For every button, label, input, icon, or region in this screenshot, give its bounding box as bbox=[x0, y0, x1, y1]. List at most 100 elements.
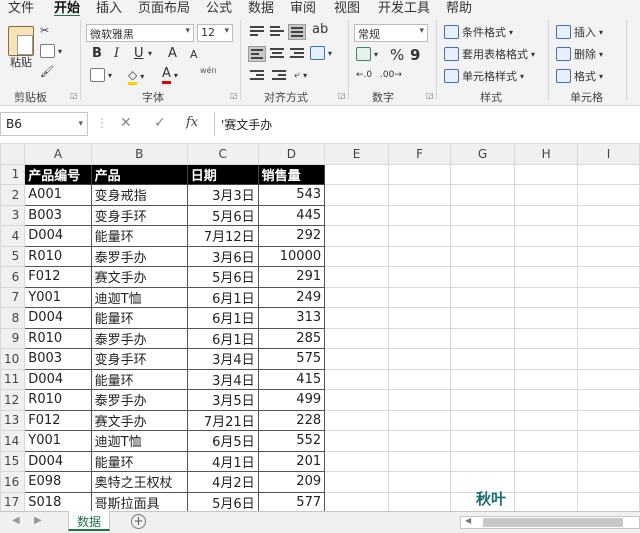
horizontal-scrollbar[interactable]: ◀ bbox=[460, 516, 640, 529]
cell[interactable]: 迪迦T恤 bbox=[90, 430, 188, 452]
align-center-icon[interactable] bbox=[270, 48, 284, 60]
cell[interactable]: 415 bbox=[257, 368, 326, 390]
cell[interactable] bbox=[450, 389, 516, 411]
row-header[interactable]: 13 bbox=[0, 409, 26, 431]
comma-button[interactable]: 9 bbox=[410, 46, 420, 64]
cell[interactable] bbox=[324, 225, 390, 247]
cell[interactable] bbox=[324, 471, 390, 493]
cell[interactable]: 7月12日 bbox=[186, 225, 259, 247]
cell[interactable] bbox=[388, 348, 452, 370]
cell[interactable]: 5月6日 bbox=[186, 266, 259, 288]
cell[interactable]: B003 bbox=[24, 204, 92, 226]
cell[interactable] bbox=[388, 430, 452, 452]
cell[interactable] bbox=[514, 409, 579, 431]
cell[interactable] bbox=[324, 430, 390, 452]
cell[interactable] bbox=[514, 327, 579, 349]
cell[interactable] bbox=[388, 204, 452, 226]
cell[interactable]: 能量环 bbox=[90, 225, 188, 247]
font-size-select[interactable]: 12 ▾ bbox=[197, 24, 233, 42]
paste-icon[interactable] bbox=[8, 26, 34, 56]
shrink-font-button[interactable]: A bbox=[190, 48, 198, 61]
ribbon-tab[interactable]: 视图 bbox=[334, 0, 360, 16]
cell[interactable]: 能量环 bbox=[90, 450, 188, 472]
cell[interactable]: 285 bbox=[257, 327, 326, 349]
cell[interactable]: 3月4日 bbox=[186, 348, 259, 370]
cell[interactable] bbox=[514, 368, 579, 390]
cell[interactable]: A001 bbox=[24, 184, 92, 206]
font-color-button[interactable]: A ▾ bbox=[162, 66, 178, 84]
insert-cells-button[interactable]: 插入 ▾ bbox=[556, 24, 603, 40]
cell[interactable]: 577 bbox=[257, 491, 326, 511]
cell[interactable] bbox=[324, 389, 390, 411]
cell[interactable]: 3月5日 bbox=[186, 389, 259, 411]
scrollbar-thumb[interactable] bbox=[483, 518, 623, 527]
row-header[interactable]: 7 bbox=[0, 286, 26, 308]
align-top-icon[interactable] bbox=[250, 26, 264, 38]
percent-button[interactable]: % bbox=[390, 46, 404, 64]
cell[interactable] bbox=[388, 327, 452, 349]
row-header[interactable]: 15 bbox=[0, 450, 26, 472]
cell[interactable]: 5月6日 bbox=[186, 491, 259, 511]
formula-bar-splitter-icon[interactable]: ⋮ bbox=[96, 116, 108, 130]
cell[interactable] bbox=[388, 184, 452, 206]
cell[interactable]: 292 bbox=[257, 225, 326, 247]
cell[interactable] bbox=[577, 245, 640, 267]
cell[interactable] bbox=[388, 225, 452, 247]
cell[interactable] bbox=[324, 245, 390, 267]
cell[interactable]: Y001 bbox=[24, 286, 92, 308]
cell[interactable]: 能量环 bbox=[90, 368, 188, 390]
cell[interactable] bbox=[450, 225, 516, 247]
column-header[interactable]: C bbox=[186, 143, 259, 165]
cut-icon[interactable]: ✂ bbox=[40, 24, 49, 37]
cell[interactable] bbox=[450, 430, 516, 452]
cell[interactable] bbox=[577, 204, 640, 226]
conditional-format-button[interactable]: 条件格式 ▾ bbox=[444, 24, 513, 40]
increase-indent-icon[interactable] bbox=[272, 70, 286, 82]
cell[interactable] bbox=[514, 491, 579, 511]
cell[interactable]: 6月1日 bbox=[186, 286, 259, 308]
format-cells-button[interactable]: 格式 ▾ bbox=[556, 68, 603, 84]
currency-icon[interactable]: ▾ bbox=[356, 47, 378, 61]
number-format-select[interactable]: 常规 ▾ bbox=[354, 24, 428, 42]
ribbon-tab[interactable]: 帮助 bbox=[446, 0, 472, 16]
format-as-table-button[interactable]: 套用表格格式 ▾ bbox=[444, 46, 535, 62]
cell[interactable]: 445 bbox=[257, 204, 326, 226]
cell[interactable] bbox=[324, 163, 390, 185]
cell[interactable]: 泰罗手办 bbox=[90, 327, 188, 349]
cell[interactable] bbox=[324, 266, 390, 288]
cell[interactable] bbox=[577, 266, 640, 288]
cell[interactable] bbox=[577, 307, 640, 329]
cell[interactable]: 日期 bbox=[186, 163, 259, 185]
cell[interactable] bbox=[577, 430, 640, 452]
cell[interactable] bbox=[577, 389, 640, 411]
cell[interactable] bbox=[450, 184, 516, 206]
cell[interactable] bbox=[577, 184, 640, 206]
cell[interactable] bbox=[514, 163, 579, 185]
cell[interactable] bbox=[324, 348, 390, 370]
worksheet-grid[interactable]: ABCDEFGHI 1 产品编号 产品 日期 销售量 2 A001 变身戒指 3月3日 543 3 B… bbox=[0, 143, 640, 511]
format-painter-icon[interactable]: 🖌 bbox=[40, 65, 54, 78]
ribbon-tab[interactable]: 插入 bbox=[96, 0, 122, 16]
cell[interactable]: F012 bbox=[24, 409, 92, 431]
cell[interactable] bbox=[514, 286, 579, 308]
cell[interactable]: 泰罗手办 bbox=[90, 389, 188, 411]
cell[interactable] bbox=[388, 491, 452, 511]
cell[interactable]: Y001 bbox=[24, 430, 92, 452]
cancel-icon[interactable]: ✕ bbox=[120, 115, 132, 131]
cell[interactable]: 变身戒指 bbox=[90, 184, 188, 206]
cell[interactable]: 499 bbox=[257, 389, 326, 411]
merge-center-icon[interactable]: ▾ bbox=[310, 46, 332, 60]
cell[interactable] bbox=[514, 430, 579, 452]
sheet-tab-data[interactable]: 数据 bbox=[68, 511, 111, 531]
ribbon-tab[interactable]: 文件 bbox=[8, 0, 34, 16]
ribbon-tab[interactable]: 数据 bbox=[248, 0, 274, 16]
number-launcher-icon[interactable]: ◲ bbox=[426, 91, 434, 100]
cell[interactable] bbox=[388, 286, 452, 308]
cell[interactable]: 3月3日 bbox=[186, 184, 259, 206]
ribbon-tab[interactable]: 审阅 bbox=[290, 0, 316, 16]
row-header[interactable]: 16 bbox=[0, 471, 26, 493]
cell[interactable]: R010 bbox=[24, 389, 92, 411]
cell[interactable]: B003 bbox=[24, 348, 92, 370]
column-header[interactable]: I bbox=[577, 143, 640, 165]
phonetic-button[interactable]: wén bbox=[200, 66, 217, 75]
